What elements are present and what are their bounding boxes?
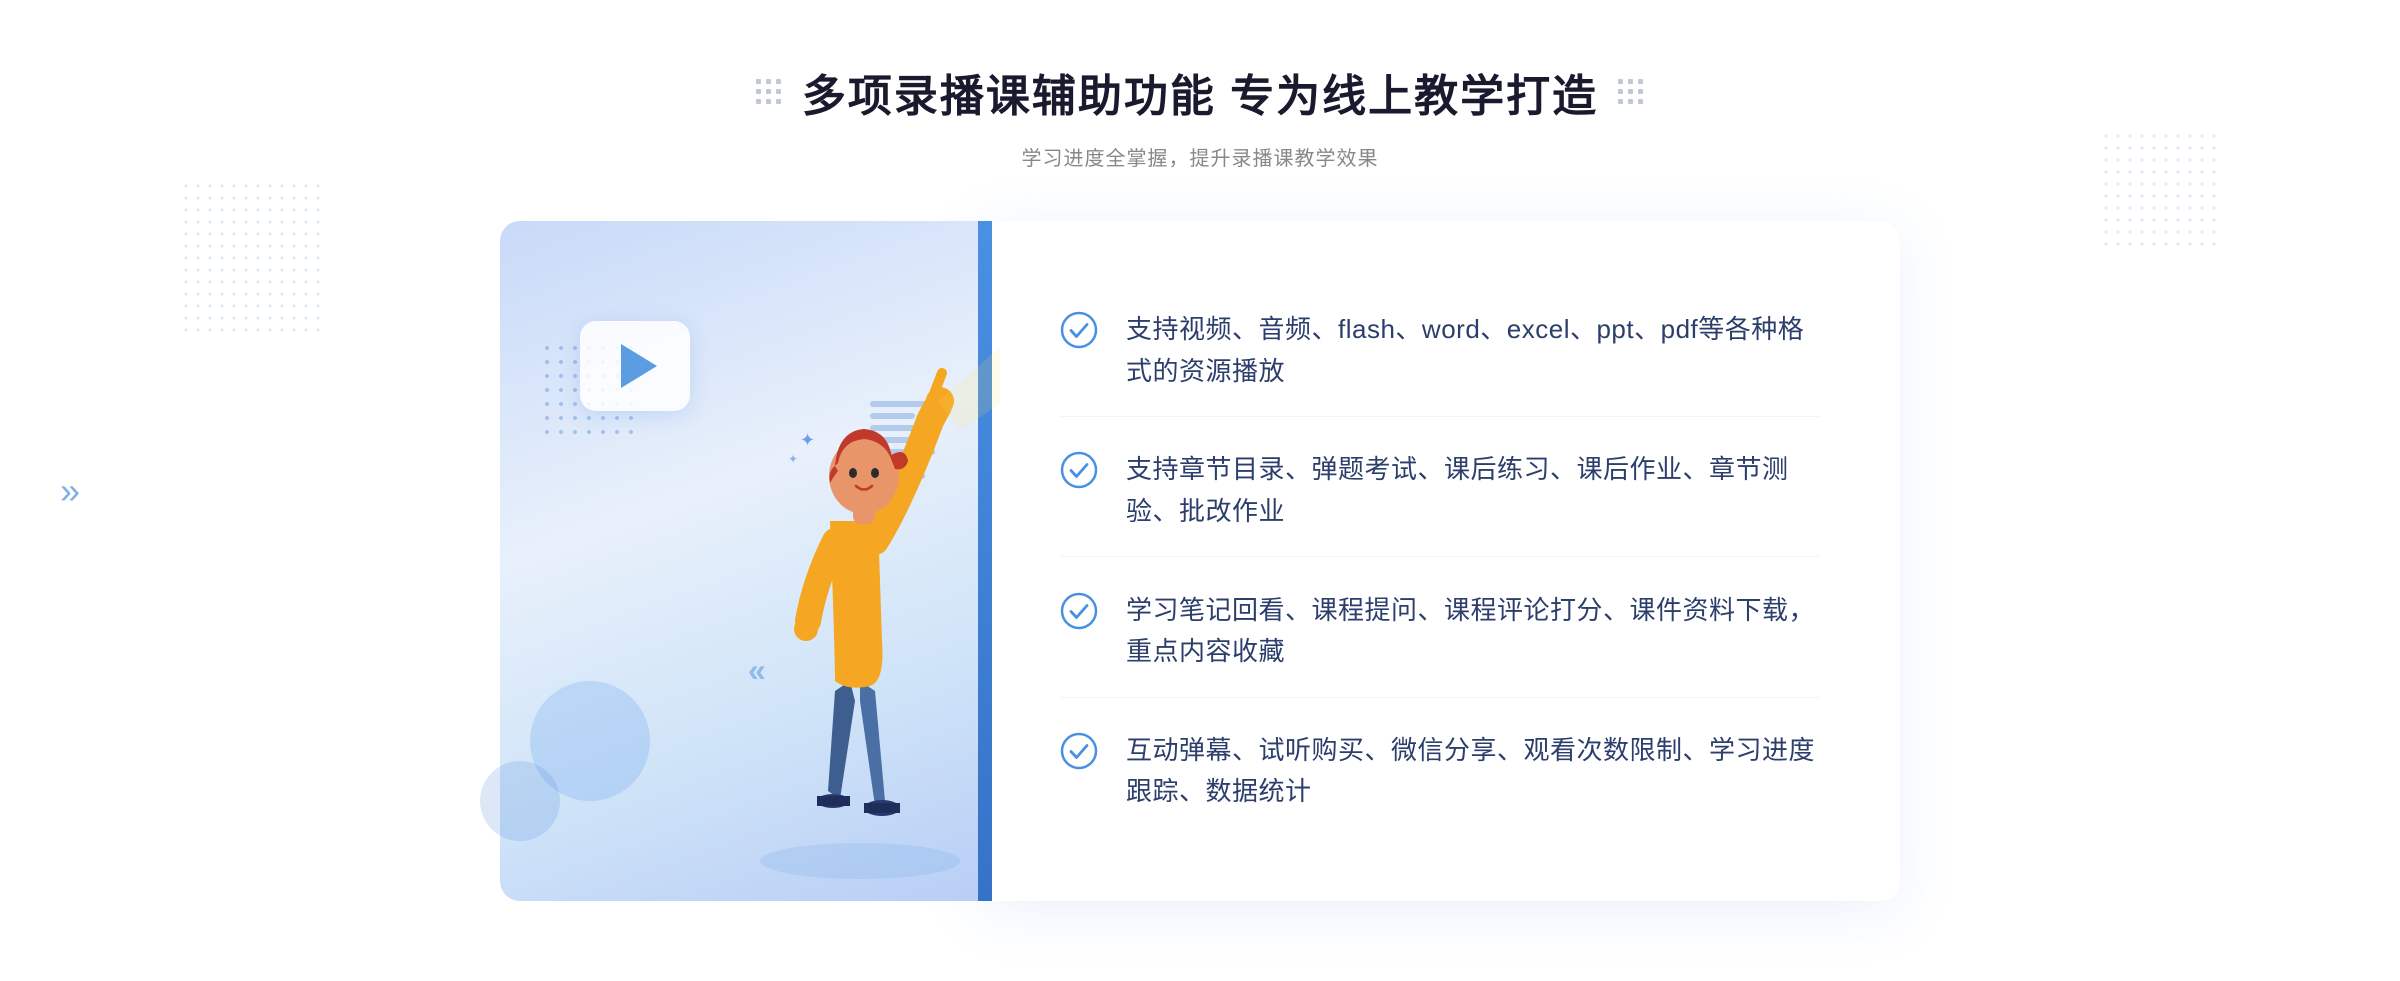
dots-decoration-right bbox=[2100, 130, 2220, 250]
title-deco-right bbox=[1618, 79, 1644, 105]
header-section: 多项录播课辅助功能 专为线上教学打造 学习进度全掌握，提升录播课教学效果 bbox=[756, 60, 1644, 171]
title-deco-left bbox=[756, 79, 782, 105]
title-row: 多项录播课辅助功能 专为线上教学打造 bbox=[756, 60, 1644, 124]
page-wrapper: » 多项录播课辅助功能 专为线上教学打造 学习进度全掌握， bbox=[0, 0, 2400, 981]
features-panel: 支持视频、音频、flash、word、excel、ppt、pdf等各种格式的资源… bbox=[980, 221, 1900, 901]
feature-item-2: 支持章节目录、弹题考试、课后练习、课后作业、章节测验、批改作业 bbox=[1060, 425, 1820, 557]
play-bubble bbox=[580, 321, 690, 411]
play-icon bbox=[621, 344, 657, 388]
deco-circle-small bbox=[480, 761, 560, 841]
feature-text-2: 支持章节目录、弹题考试、课后练习、课后作业、章节测验、批改作业 bbox=[1126, 449, 1820, 532]
check-icon-3 bbox=[1060, 592, 1098, 630]
feature-item-4: 互动弹幕、试听购买、微信分享、观看次数限制、学习进度跟踪、数据统计 bbox=[1060, 706, 1820, 837]
sub-title: 学习进度全掌握，提升录播课教学效果 bbox=[756, 142, 1644, 171]
feature-text-3: 学习笔记回看、课程提问、课程评论打分、课件资料下载，重点内容收藏 bbox=[1126, 590, 1820, 673]
feature-item-1: 支持视频、音频、flash、word、excel、ppt、pdf等各种格式的资源… bbox=[1060, 285, 1820, 417]
feature-text-1: 支持视频、音频、flash、word、excel、ppt、pdf等各种格式的资源… bbox=[1126, 309, 1820, 392]
chevron-decoration: » bbox=[60, 470, 80, 512]
feature-text-4: 互动弹幕、试听购买、微信分享、观看次数限制、学习进度跟踪、数据统计 bbox=[1126, 730, 1820, 813]
svg-text:«: « bbox=[748, 652, 766, 688]
svg-text:✦: ✦ bbox=[800, 430, 815, 450]
svg-text:✦: ✦ bbox=[788, 452, 798, 466]
check-icon-1 bbox=[1060, 311, 1098, 349]
illustration-card: ✦ ✦ « bbox=[500, 221, 980, 901]
check-icon-4 bbox=[1060, 732, 1098, 770]
check-icon-2 bbox=[1060, 451, 1098, 489]
human-figure-illustration: ✦ ✦ « bbox=[720, 301, 1000, 901]
main-title: 多项录播课辅助功能 专为线上教学打造 bbox=[802, 60, 1598, 124]
dots-decoration-left bbox=[180, 180, 320, 340]
content-area: ✦ ✦ « 支持视频、音频、 bbox=[500, 221, 1900, 901]
feature-item-3: 学习笔记回看、课程提问、课程评论打分、课件资料下载，重点内容收藏 bbox=[1060, 566, 1820, 698]
